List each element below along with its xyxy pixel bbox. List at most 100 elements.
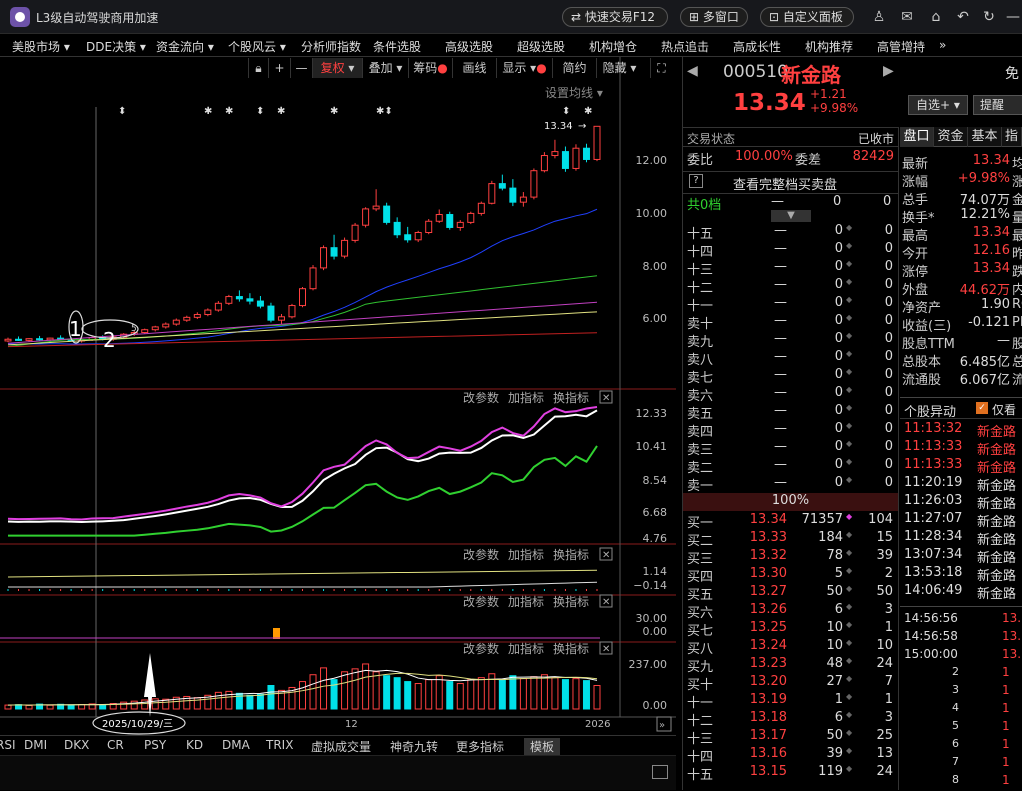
menu-more[interactable]: »: [939, 38, 946, 52]
menu-high-growth[interactable]: 高成长性: [733, 38, 781, 55]
buy-row[interactable]: 买一 13.34 71357 ◆ 104: [683, 512, 898, 531]
sell-row[interactable]: 十五 —0 ◆ 0: [683, 223, 898, 242]
tab-virtual-volume[interactable]: 虚拟成交量: [311, 738, 371, 755]
overlay-button[interactable]: 叠加 ▾: [362, 58, 408, 78]
buy-row[interactable]: 十五 13.15 119 ◆ 24: [683, 764, 898, 783]
tab-magic-nine[interactable]: 神奇九转: [390, 738, 438, 755]
chips-button[interactable]: 筹码●: [408, 58, 452, 78]
buy-row[interactable]: 十三 13.17 50 ◆ 25: [683, 728, 898, 747]
sell-row[interactable]: 卖五 —0 ◆ 0: [683, 403, 898, 422]
menu-stock-news[interactable]: 个股风云 ▾: [228, 38, 286, 55]
menu-super-select[interactable]: 超级选股: [517, 38, 565, 55]
prev-stock-icon[interactable]: ◀: [687, 63, 698, 79]
buy-row[interactable]: 十四 13.16 39 ◆ 13: [683, 746, 898, 765]
sell-row[interactable]: 卖四 —0 ◆ 0: [683, 421, 898, 440]
sell-row[interactable]: 十四 —0 ◆ 0: [683, 241, 898, 260]
anomaly-row[interactable]: 11:13:33 新金路: [900, 457, 1022, 476]
custom-layout-button[interactable]: ⊡ 自定义面板: [760, 7, 854, 27]
buy-row[interactable]: 买五 13.27 50 ◆ 50: [683, 584, 898, 603]
menu-capital-flow[interactable]: 资金流向 ▾: [156, 38, 214, 55]
menu-exec-increase[interactable]: 高管增持: [877, 38, 925, 55]
buy-row[interactable]: 十二 13.18 6 ◆ 3: [683, 710, 898, 729]
tab-kd[interactable]: KD: [186, 738, 203, 752]
chart-area[interactable]: 13.34 → ⬍ ✱ ✱ ⬍ ✱ ✱ ✱⬍ ⬍ ✱ 1 2 5 12.00 10.00 8.00 6.00 12.…: [0, 57, 676, 737]
add-watchlist-button[interactable]: 自选+ ▾: [908, 95, 968, 115]
tab-index[interactable]: 指: [1002, 127, 1022, 147]
anomaly-row[interactable]: 11:27:07 新金路: [900, 511, 1022, 530]
anomaly-row[interactable]: 14:06:49 新金路: [900, 583, 1022, 602]
tab-cr[interactable]: CR: [107, 738, 124, 752]
collapse-icon[interactable]: ▼: [771, 210, 811, 222]
zoom-out-icon[interactable]: —: [290, 58, 312, 78]
buy-row[interactable]: 买八 13.24 10 ◆ 10: [683, 638, 898, 657]
ma-settings[interactable]: 设置均线 ▾: [545, 84, 603, 101]
fuquan-button[interactable]: 复权 ▾: [312, 58, 362, 78]
refresh-icon[interactable]: ↻: [980, 8, 998, 26]
anomaly-row[interactable]: 11:20:19 新金路: [900, 475, 1022, 494]
buy-row[interactable]: 买三 13.32 78 ◆ 39: [683, 548, 898, 567]
sell-row[interactable]: 十一 —0 ◆ 0: [683, 295, 898, 314]
menu-advanced-select[interactable]: 高级选股: [445, 38, 493, 55]
tab-trix[interactable]: TRIX: [266, 738, 293, 752]
display-button[interactable]: 显示 ▾●: [496, 58, 552, 78]
menu-inst-increase[interactable]: 机构增仓: [589, 38, 637, 55]
next-stock-icon[interactable]: ▶: [883, 63, 894, 79]
tab-pankou[interactable]: 盘口: [900, 127, 934, 147]
tab-dmi[interactable]: DMI: [24, 738, 47, 752]
tab-more-indicators[interactable]: 更多指标: [456, 738, 504, 755]
sell-row[interactable]: 卖七 —0 ◆ 0: [683, 367, 898, 386]
zoom-in-icon[interactable]: +: [268, 58, 290, 78]
sell-row[interactable]: 卖三 —0 ◆ 0: [683, 439, 898, 458]
anomaly-row[interactable]: 11:28:34 新金路: [900, 529, 1022, 548]
sell-row[interactable]: 十二 —0 ◆ 0: [683, 277, 898, 296]
buy-row[interactable]: 十一 13.19 1 ◆ 1: [683, 692, 898, 711]
tab-dkx[interactable]: DKX: [64, 738, 89, 752]
buy-row[interactable]: 买七 13.25 10 ◆ 1: [683, 620, 898, 639]
download-icon[interactable]: [652, 765, 668, 779]
draw-button[interactable]: 画线: [452, 58, 496, 78]
anomaly-row[interactable]: 13:07:34 新金路: [900, 547, 1022, 566]
summary-button[interactable]: 简约: [552, 58, 596, 78]
multi-window-button[interactable]: ⊞ 多窗口: [680, 7, 748, 27]
buy-row[interactable]: 买四 13.30 5 ◆ 2: [683, 566, 898, 585]
tab-rsi[interactable]: RSI: [0, 738, 16, 752]
sell-row[interactable]: 十三 —0 ◆ 0: [683, 259, 898, 278]
checkbox-icon[interactable]: ✓: [976, 402, 988, 414]
tab-dma[interactable]: DMA: [222, 738, 250, 752]
home-icon[interactable]: ⌂: [927, 8, 945, 26]
buy-row[interactable]: 买九 13.23 48 ◆ 24: [683, 656, 898, 675]
fullscreen-icon[interactable]: ⛶: [650, 58, 672, 78]
anomaly-row[interactable]: 11:13:32 新金路: [900, 421, 1022, 440]
tab-template[interactable]: 模板: [524, 738, 561, 755]
hide-button[interactable]: 隐藏 ▾: [596, 58, 642, 78]
mail-icon[interactable]: ✉: [898, 8, 916, 26]
buy-row[interactable]: 买十 13.20 27 ◆ 7: [683, 674, 898, 693]
quick-trade-button[interactable]: ⇄ 快速交易F12: [562, 7, 668, 27]
anomaly-row[interactable]: 11:26:03 新金路: [900, 493, 1022, 512]
buy-row[interactable]: 买二 13.33 184 ◆ 15: [683, 530, 898, 549]
minimize-icon[interactable]: —: [1004, 8, 1022, 26]
buy-row[interactable]: 买六 13.26 6 ◆ 3: [683, 602, 898, 621]
sell-row[interactable]: 卖八 —0 ◆ 0: [683, 349, 898, 368]
menu-condition-select[interactable]: 条件选股: [373, 38, 421, 55]
sell-row[interactable]: 卖二 —0 ◆ 0: [683, 457, 898, 476]
menu-analyst-index[interactable]: 分析师指数: [301, 38, 361, 55]
anomaly-row[interactable]: 11:13:33 新金路: [900, 439, 1022, 458]
menu-inst-recommend[interactable]: 机构推荐: [805, 38, 853, 55]
lock-icon[interactable]: 🔒︎: [248, 58, 268, 78]
remind-button[interactable]: 提醒: [973, 95, 1022, 115]
tab-capital[interactable]: 资金: [934, 127, 968, 147]
back-icon[interactable]: ↶: [954, 8, 972, 26]
sell-row[interactable]: 卖六 —0 ◆ 0: [683, 385, 898, 404]
user-icon[interactable]: ♙: [870, 8, 888, 26]
full-book-link[interactable]: ? 查看完整档买卖盘: [683, 171, 898, 193]
menu-us-market[interactable]: 美股市场 ▾: [12, 38, 70, 55]
tab-psy[interactable]: PSY: [144, 738, 166, 752]
sell-row[interactable]: 卖一 —0 ◆ 0: [683, 475, 898, 494]
menu-hotspot[interactable]: 热点追击: [661, 38, 709, 55]
anomaly-row[interactable]: 13:53:18 新金路: [900, 565, 1022, 584]
menu-dde[interactable]: DDE决策 ▾: [86, 38, 146, 55]
sell-row[interactable]: 卖九 —0 ◆ 0: [683, 331, 898, 350]
tab-basic[interactable]: 基本: [968, 127, 1002, 147]
sell-row[interactable]: 卖十 —0 ◆ 0: [683, 313, 898, 332]
